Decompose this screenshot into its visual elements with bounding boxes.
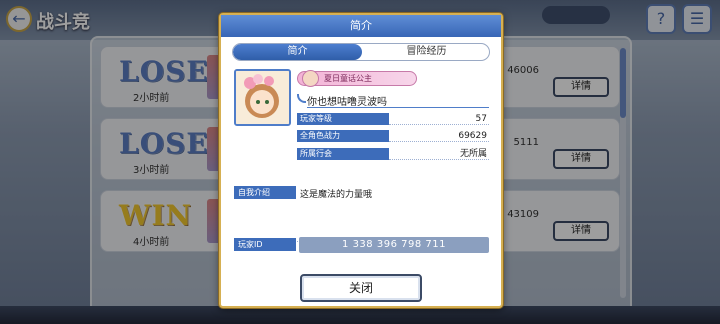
badge-title-text: 夏日童话公主 bbox=[324, 74, 372, 83]
name-ornament-icon bbox=[297, 94, 306, 103]
title-badge: 夏日童话公主 bbox=[297, 70, 417, 87]
badge-portrait-icon bbox=[302, 70, 319, 87]
tab-profile[interactable]: 简介 bbox=[233, 44, 362, 60]
stat-row-level: 玩家等级 57 bbox=[297, 113, 489, 125]
stat-row-power: 全角色战力 69629 bbox=[297, 130, 489, 142]
stat-label: 全角色战力 bbox=[297, 130, 389, 142]
player-id-label: 玩家ID bbox=[234, 238, 296, 251]
stat-value: 57 bbox=[475, 114, 487, 124]
name-underline bbox=[307, 107, 489, 108]
modal-title: 简介 bbox=[221, 15, 501, 37]
player-name: 你也想咕噜灵波吗 bbox=[307, 97, 387, 108]
stat-label: 玩家等级 bbox=[297, 113, 389, 125]
stat-row-guild: 所属行会 无所属 bbox=[297, 148, 489, 160]
close-button[interactable]: 关闭 bbox=[300, 274, 422, 302]
profile-tabs: 简介 冒险经历 bbox=[232, 43, 490, 61]
stat-divider bbox=[389, 124, 489, 125]
profile-modal: 简介 简介 冒险经历 夏日童话公主 你也想咕噜灵波吗 玩家等级 57 全角色战力… bbox=[219, 13, 503, 308]
stat-value: 69629 bbox=[458, 131, 487, 141]
player-avatar bbox=[234, 69, 291, 126]
tab-adventure[interactable]: 冒险经历 bbox=[362, 44, 489, 60]
stat-label: 所属行会 bbox=[297, 148, 389, 160]
intro-label: 自我介绍 bbox=[234, 186, 296, 199]
intro-text: 这是魔法的力量哦 bbox=[300, 190, 373, 200]
avatar-portrait-icon bbox=[236, 71, 289, 124]
player-id-value[interactable]: 1 338 396 798 711 bbox=[299, 237, 489, 253]
stat-value: 无所属 bbox=[459, 149, 487, 159]
